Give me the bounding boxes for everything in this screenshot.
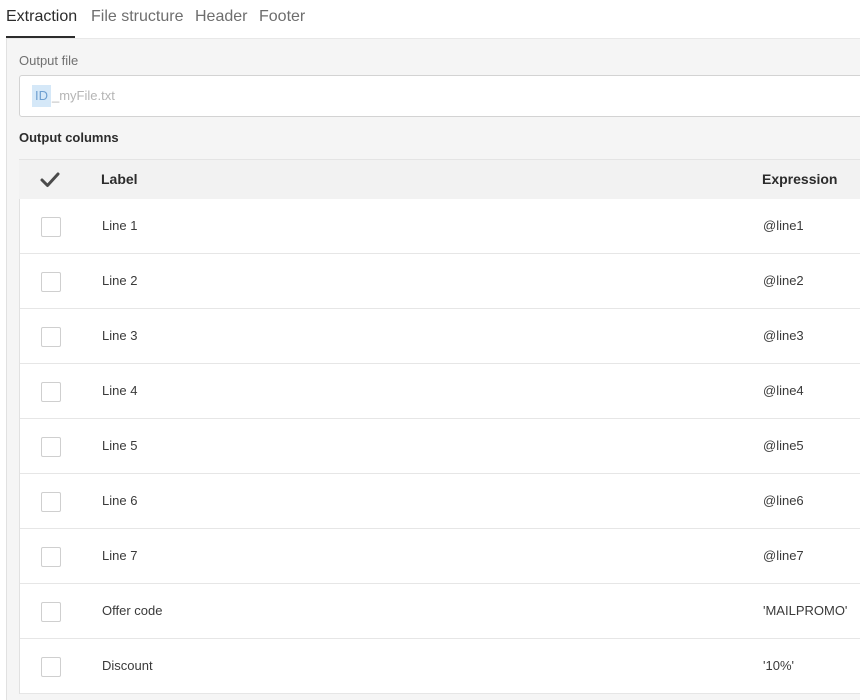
row-checkbox[interactable]	[41, 602, 61, 622]
row-checkbox[interactable]	[41, 272, 61, 292]
extraction-panel: Output file ID _myFile.txt Output column…	[6, 38, 860, 700]
row-checkbox[interactable]	[41, 657, 61, 677]
table-row[interactable]: Line 5 @line5	[20, 419, 860, 474]
row-expression: @line4	[763, 383, 804, 398]
row-checkbox[interactable]	[41, 437, 61, 457]
output-file-value: _myFile.txt	[52, 88, 115, 103]
row-label: Line 1	[102, 218, 138, 233]
row-label: Line 2	[102, 273, 138, 288]
table-row[interactable]: Line 6 @line6	[20, 474, 860, 529]
row-checkbox[interactable]	[41, 217, 61, 237]
row-checkbox[interactable]	[41, 327, 61, 347]
table-row[interactable]: Line 7 @line7	[20, 529, 860, 584]
row-expression: @line1	[763, 218, 804, 233]
tab-extraction[interactable]: Extraction	[6, 0, 77, 38]
row-label: Line 7	[102, 548, 138, 563]
row-label: Line 4	[102, 383, 138, 398]
table-row[interactable]: Line 2 @line2	[20, 254, 860, 309]
table-row[interactable]: Line 4 @line4	[20, 364, 860, 419]
table-row[interactable]: Discount '10%'	[20, 639, 860, 694]
output-columns-title: Output columns	[19, 130, 119, 145]
row-checkbox[interactable]	[41, 492, 61, 512]
tab-file-structure[interactable]: File structure	[91, 0, 183, 38]
checkmark-icon[interactable]	[39, 170, 61, 190]
id-token-chip[interactable]: ID	[32, 85, 51, 107]
row-label: Line 5	[102, 438, 138, 453]
row-expression: @line7	[763, 548, 804, 563]
column-header-expression: Expression	[762, 171, 838, 187]
output-file-label: Output file	[19, 53, 79, 68]
table-body: Line 1 @line1 Line 2 @line2 Line 3 @line…	[19, 199, 860, 694]
tab-header[interactable]: Header	[195, 0, 247, 38]
row-label: Line 3	[102, 328, 138, 343]
row-label: Discount	[102, 658, 153, 673]
row-checkbox[interactable]	[41, 382, 61, 402]
row-expression: @line3	[763, 328, 804, 343]
row-expression: @line6	[763, 493, 804, 508]
table-row[interactable]: Line 3 @line3	[20, 309, 860, 364]
tab-footer[interactable]: Footer	[259, 0, 305, 38]
table-row[interactable]: Line 1 @line1	[20, 199, 860, 254]
tab-bar: Extraction File structure Header Footer	[0, 0, 860, 38]
row-expression: @line2	[763, 273, 804, 288]
output-file-input[interactable]: ID _myFile.txt	[19, 75, 860, 117]
column-header-label: Label	[101, 171, 138, 187]
row-expression: 'MAILPROMO'	[763, 603, 848, 618]
row-expression: @line5	[763, 438, 804, 453]
row-checkbox[interactable]	[41, 547, 61, 567]
table-header: Label Expression	[19, 159, 860, 199]
row-label: Offer code	[102, 603, 163, 618]
output-columns-table: Label Expression Line 1 @line1 Line 2 @l…	[19, 159, 860, 694]
row-expression: '10%'	[763, 658, 794, 673]
row-label: Line 6	[102, 493, 138, 508]
table-row[interactable]: Offer code 'MAILPROMO'	[20, 584, 860, 639]
